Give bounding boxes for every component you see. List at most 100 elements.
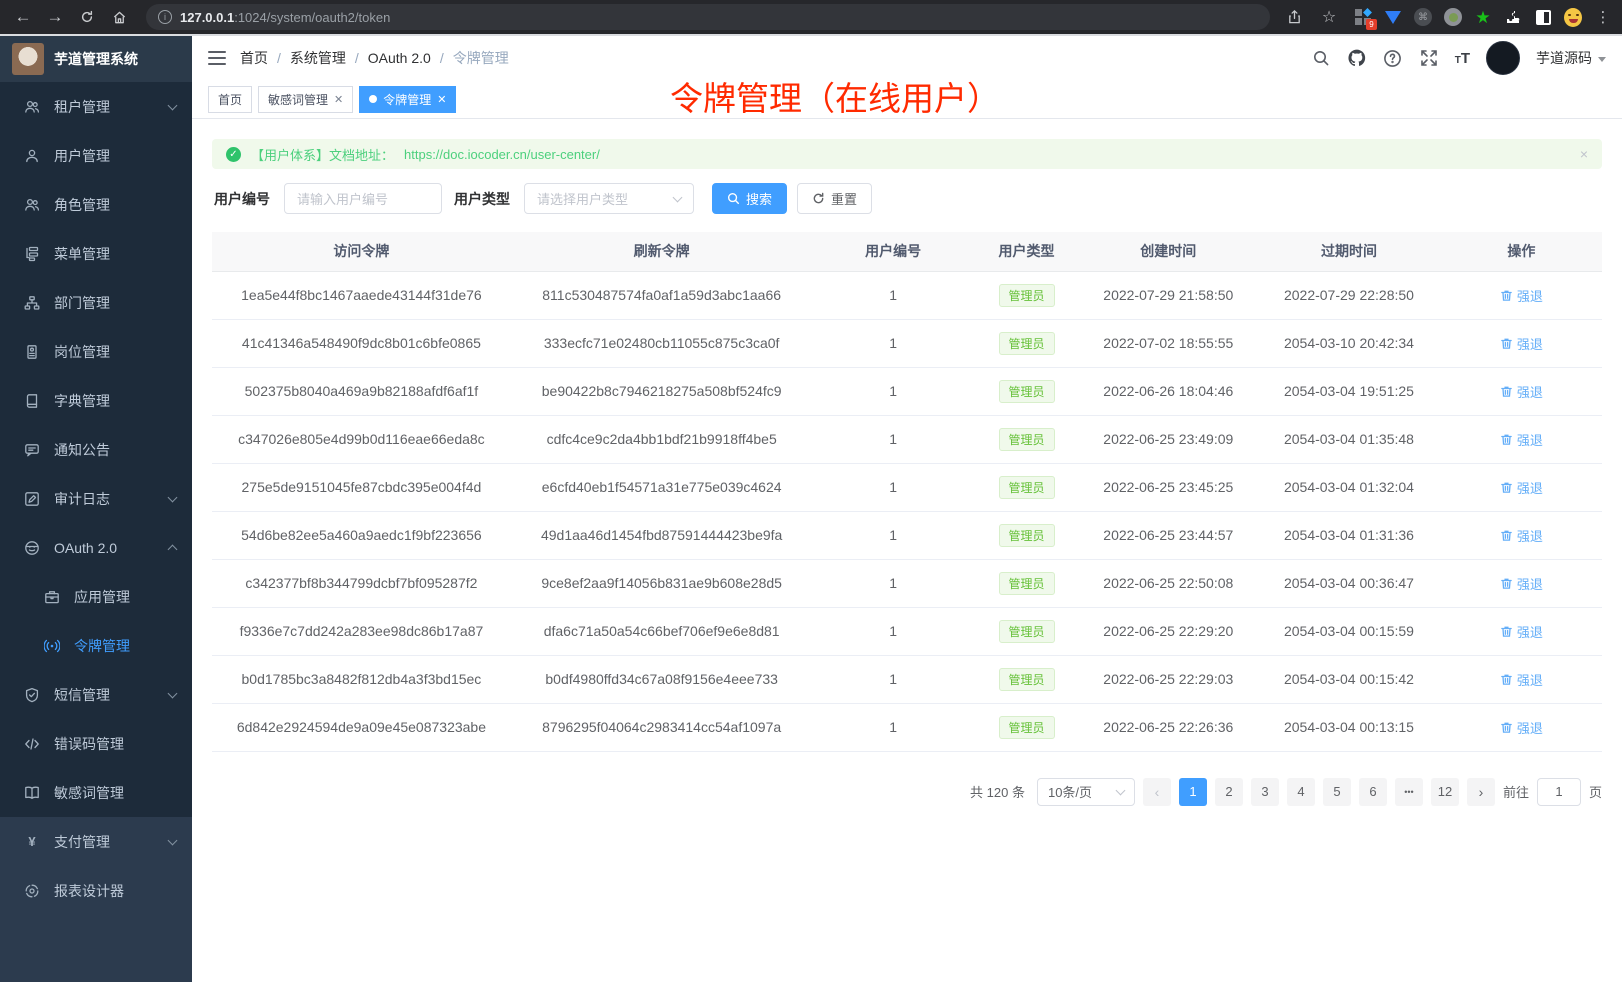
reset-button[interactable]: 重置 [797,183,872,214]
access-token-cell: c342377bf8b344799dcbf7bf095287f2 [212,559,511,607]
sidebar-item-log[interactable]: 审计日志 [0,474,192,523]
sidebar-item-pay[interactable]: ¥支付管理 [0,817,192,866]
sidebar-collapse-icon[interactable] [208,51,226,65]
extension-gem-icon[interactable] [1384,8,1402,26]
help-icon[interactable] [1383,48,1403,68]
table-row: 6d842e2924594de9a09e45e087323abe8796295f… [212,703,1602,751]
alert-doc-link[interactable]: https://doc.iocoder.cn/user-center/ [404,147,600,162]
sidebar-item-code[interactable]: 错误码管理 [0,719,192,768]
page-button-3[interactable]: 3 [1251,778,1279,806]
next-page-button[interactable]: › [1467,778,1495,806]
page-size-select[interactable]: 10条/页 [1037,778,1135,806]
force-logout-button[interactable]: 强退 [1500,430,1543,449]
page-button-2[interactable]: 2 [1215,778,1243,806]
sidebar-item-post[interactable]: 岗位管理 [0,327,192,376]
user-id-cell: 1 [812,367,973,415]
github-icon[interactable] [1347,48,1367,68]
sidebar-item-token[interactable]: 令牌管理 [0,621,192,670]
user-id-cell: 1 [812,415,973,463]
user-type-cell: 管理员 [974,319,1080,367]
prev-page-button[interactable]: ‹ [1143,778,1171,806]
app-logo-bar[interactable]: 芋道管理系统 [0,36,192,82]
force-logout-button[interactable]: 强退 [1500,286,1543,305]
sidebar-item-label: 用户管理 [54,146,176,166]
browser-forward-icon[interactable]: → [42,4,68,30]
profile-avatar-icon[interactable] [1564,8,1582,26]
page-button-5[interactable]: 5 [1323,778,1351,806]
breadcrumb-system[interactable]: 系统管理 [290,48,346,68]
tab-close-icon[interactable]: ✕ [334,93,343,106]
browser-reload-icon[interactable] [74,4,100,30]
share-icon[interactable] [1284,7,1304,27]
navbar: 首页 / 系统管理 / OAuth 2.0 / 令牌管理 [192,36,1622,80]
bookmark-star-icon[interactable]: ☆ [1316,4,1342,30]
user-type-cell: 管理员 [974,367,1080,415]
sidebar: 芋道管理系统 租户管理用户管理角色管理菜单管理部门管理岗位管理字典管理通知公告审… [0,36,192,982]
sidebar-item-user[interactable]: 用户管理 [0,131,192,180]
column-header: 操作 [1441,232,1602,271]
page-button-12[interactable]: 12 [1431,778,1459,806]
sidebar-item-oauth[interactable]: OAuth 2.0 [0,523,192,572]
extension-star-icon[interactable]: ★ [1474,8,1492,26]
extension-record-icon[interactable] [1444,8,1462,26]
expire-time-cell: 2054-03-04 01:31:36 [1257,511,1440,559]
user-type-select[interactable]: 请选择用户类型 [524,183,694,214]
chevron-down-icon [168,492,178,502]
sidebar-item-dict[interactable]: 字典管理 [0,376,192,425]
force-logout-button[interactable]: 强退 [1500,574,1543,593]
browser-back-icon[interactable]: ← [10,4,36,30]
extension-dark-circle-icon[interactable]: ⌘ [1414,8,1432,26]
breadcrumb-home[interactable]: 首页 [240,48,268,68]
sidebar-item-menu[interactable]: 菜单管理 [0,229,192,278]
tab-home[interactable]: 首页 [208,86,252,113]
goto-page-input[interactable]: 1 [1537,778,1581,806]
force-logout-button[interactable]: 强退 [1500,718,1543,737]
extensions-puzzle-icon[interactable] [1504,8,1522,26]
user-avatar[interactable] [1486,41,1520,75]
browser-menu-icon[interactable]: ⋮ [1594,8,1612,26]
tab-sensitive-word[interactable]: 敏感词管理 ✕ [258,86,353,113]
page-button-4[interactable]: 4 [1287,778,1315,806]
more-pages-button[interactable]: ••• [1395,778,1423,806]
breadcrumb-oauth[interactable]: OAuth 2.0 [368,50,431,66]
force-logout-button[interactable]: 强退 [1500,622,1543,641]
search-button[interactable]: 搜索 [712,183,787,214]
force-logout-button[interactable]: 强退 [1500,670,1543,689]
tab-close-icon[interactable]: ✕ [437,93,446,106]
sidebar-toggle-icon[interactable] [1534,8,1552,26]
sidebar-item-app[interactable]: 应用管理 [0,572,192,621]
fullscreen-icon[interactable] [1419,48,1439,68]
column-header: 过期时间 [1257,232,1440,271]
font-size-icon[interactable]: TT [1455,50,1470,67]
user-menu[interactable]: 芋道源码 [1536,48,1606,68]
url-text: 127.0.0.1:1024/system/oauth2/token [180,10,390,25]
user-id-label: 用户编号 [214,189,270,209]
page-button-6[interactable]: 6 [1359,778,1387,806]
sidebar-item-dept[interactable]: 部门管理 [0,278,192,327]
table-row: 41c41346a548490f9dc8b01c6bfe0865333ecfc7… [212,319,1602,367]
success-check-icon: ✓ [226,147,241,162]
table-row: 502375b8040a469a9b82188afdf6af1fbe90422b… [212,367,1602,415]
browser-home-icon[interactable] [106,4,132,30]
force-logout-button[interactable]: 强退 [1500,382,1543,401]
page-info-icon[interactable]: i [158,10,172,24]
search-icon[interactable] [1311,48,1331,68]
sidebar-item-notice[interactable]: 通知公告 [0,425,192,474]
tab-token[interactable]: 令牌管理 ✕ [359,86,456,113]
token-table: 访问令牌刷新令牌用户编号用户类型创建时间过期时间操作 1ea5e44f8bc14… [212,232,1602,752]
sidebar-item-label: OAuth 2.0 [54,540,155,556]
sidebar-item-word[interactable]: 敏感词管理 [0,768,192,817]
sidebar-item-role[interactable]: 角色管理 [0,180,192,229]
force-logout-button[interactable]: 强退 [1500,478,1543,497]
sidebar-item-report[interactable]: 报表设计器 [0,866,192,915]
sidebar-item-sms[interactable]: 短信管理 [0,670,192,719]
address-bar[interactable]: i 127.0.0.1:1024/system/oauth2/token [146,4,1270,30]
action-cell: 强退 [1441,655,1602,703]
user-id-input[interactable]: 请输入用户编号 [284,183,442,214]
page-button-1[interactable]: 1 [1179,778,1207,806]
force-logout-button[interactable]: 强退 [1500,526,1543,545]
sidebar-item-tenant[interactable]: 租户管理 [0,82,192,131]
force-logout-button[interactable]: 强退 [1500,334,1543,353]
alert-close-icon[interactable]: × [1580,146,1588,162]
extension-grid-icon[interactable]: 9 [1354,8,1372,26]
